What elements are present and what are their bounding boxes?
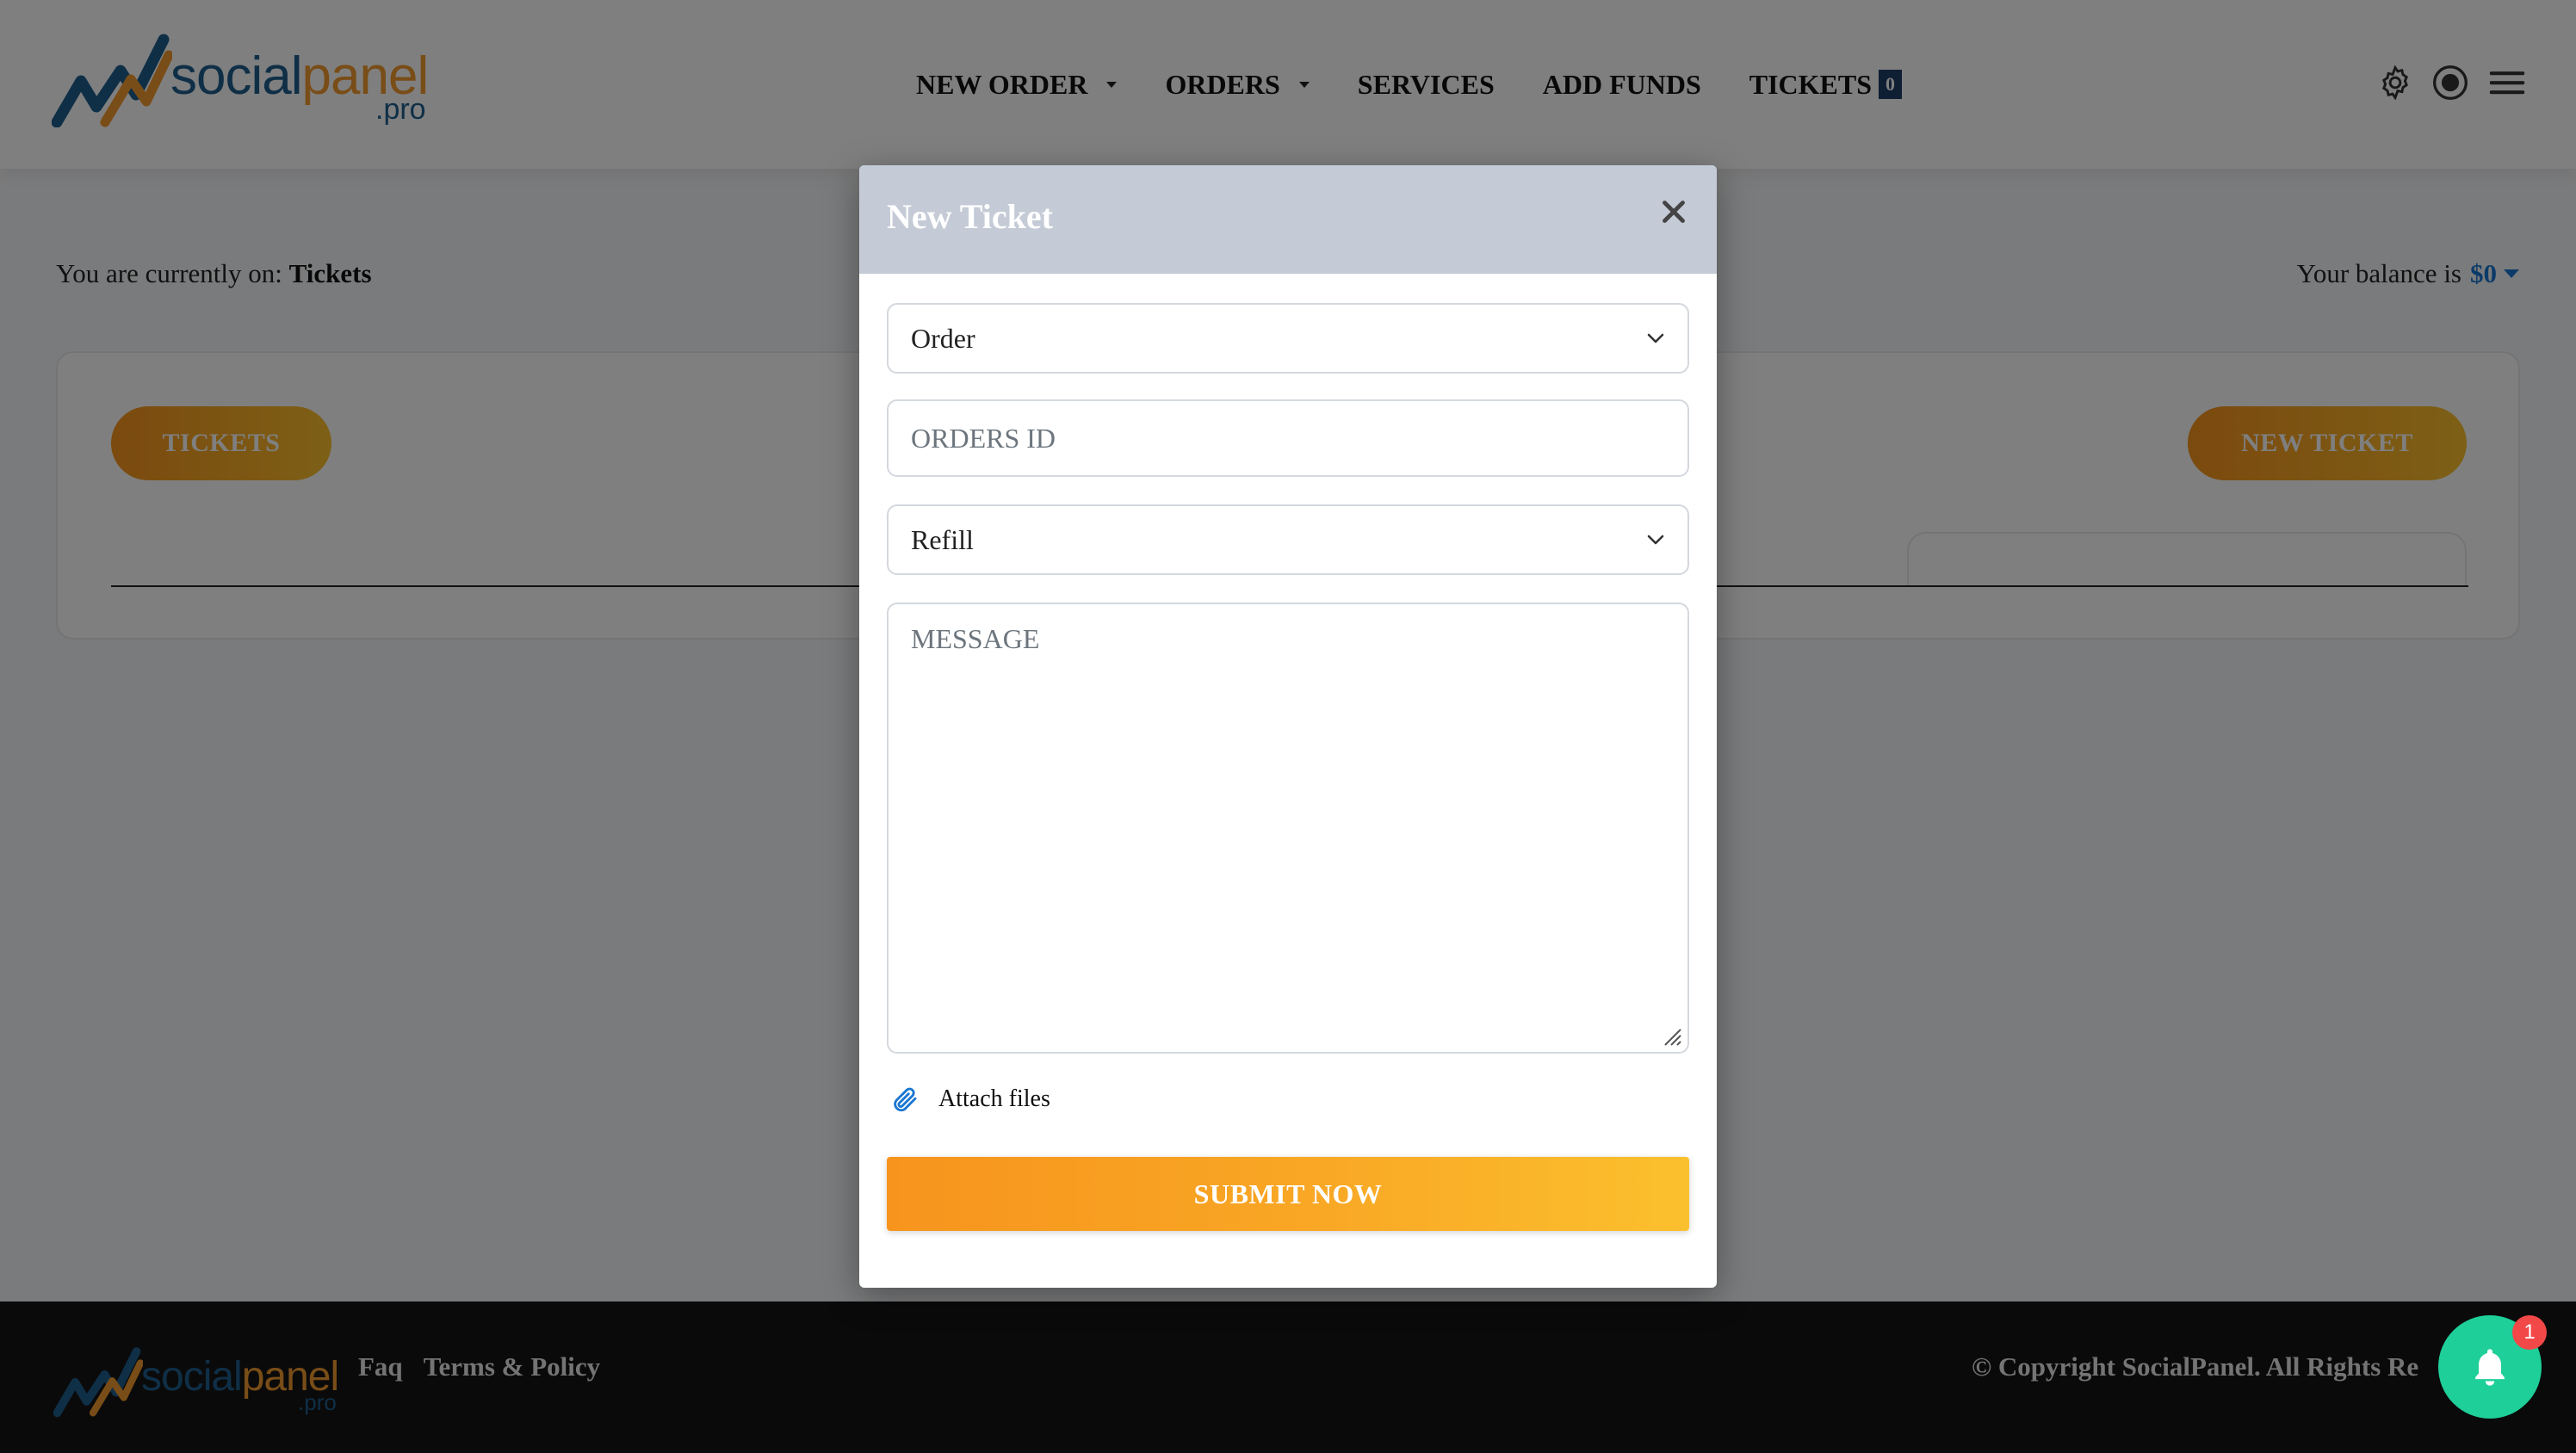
bell-icon [2475, 1349, 2505, 1386]
resize-grip-icon[interactable] [1660, 1024, 1682, 1047]
request-type-select[interactable]: Refill [887, 504, 1689, 575]
chevron-down-icon [1647, 333, 1664, 343]
submit-button[interactable]: SUBMIT NOW [887, 1157, 1689, 1231]
message-textarea[interactable]: MESSAGE [887, 603, 1689, 1054]
attach-files-label: Attach files [938, 1085, 1050, 1112]
subject-select[interactable]: Order [887, 303, 1689, 374]
notification-count-badge: 1 [2512, 1315, 2547, 1350]
notification-button[interactable]: 1 [2438, 1315, 2547, 1419]
close-button[interactable] [1656, 195, 1691, 229]
new-ticket-modal: New Ticket Order ORDERS ID Refill MESSAG… [859, 165, 1717, 1288]
orders-id-placeholder: ORDERS ID [911, 422, 1056, 454]
subject-select-value: Order [911, 322, 975, 354]
message-placeholder: MESSAGE [911, 623, 1040, 654]
orders-id-input[interactable]: ORDERS ID [887, 399, 1689, 477]
modal-title: New Ticket [887, 197, 1053, 236]
request-type-value: Refill [911, 523, 974, 555]
attach-files-button[interactable]: Attach files [890, 1085, 1050, 1114]
chevron-down-icon [1647, 535, 1664, 545]
close-icon [1663, 201, 1685, 223]
modal-header: New Ticket [859, 165, 1717, 274]
paperclip-icon [894, 1087, 917, 1112]
